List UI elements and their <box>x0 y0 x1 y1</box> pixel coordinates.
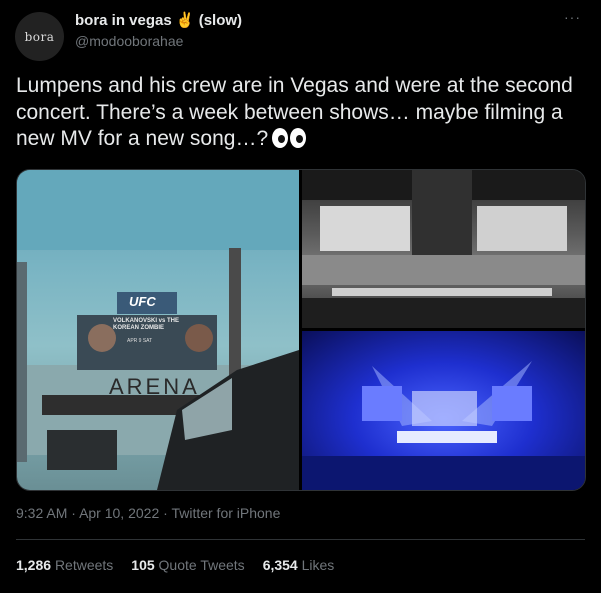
media-grid: UFC VOLKANOVSKI vs THE KOREAN ZOMBIE APR… <box>16 169 586 491</box>
tweet-time[interactable]: 9:32 AM <box>16 505 67 521</box>
tweet-source[interactable]: Twitter for iPhone <box>171 505 280 521</box>
retweets-label: Retweets <box>54 557 114 573</box>
eyes-emoji-icon <box>272 128 307 148</box>
tweet-text: Lumpens and his crew are in Vegas and we… <box>16 73 591 153</box>
meta-separator: · <box>163 505 168 521</box>
retweets-stat[interactable]: 1,286 Retweets <box>16 557 113 573</box>
quotes-label: Quote Tweets <box>158 557 245 573</box>
display-name[interactable]: bora in vegas ✌️ (slow) <box>75 11 242 29</box>
arena-sign-text: ARENA <box>109 374 200 399</box>
retweets-count: 1,286 <box>16 557 52 573</box>
billboard-brand: UFC <box>129 294 156 309</box>
quotes-count: 105 <box>131 557 155 573</box>
billboard-date: APR 9 SAT <box>127 338 153 344</box>
concert-blue-illustration <box>302 361 585 490</box>
media-image-billboard[interactable]: UFC VOLKANOVSKI vs THE KOREAN ZOMBIE APR… <box>17 170 299 490</box>
media-image-concert-blue[interactable] <box>302 331 585 490</box>
likes-stat[interactable]: 6,354 Likes <box>263 557 335 573</box>
tweet-stats: 1,286 Retweets 105 Quote Tweets 6,354 Li… <box>16 557 334 573</box>
likes-label: Likes <box>301 557 335 573</box>
tweet-date[interactable]: Apr 10, 2022 <box>79 505 159 521</box>
more-options-icon[interactable]: ··· <box>564 9 581 25</box>
media-image-concert-gray[interactable] <box>302 170 585 328</box>
divider <box>16 539 585 540</box>
avatar[interactable]: bora <box>15 12 64 61</box>
avatar-text: bora <box>24 29 55 44</box>
concert-gray-illustration <box>302 170 585 328</box>
billboard-text: VOLKANOVSKI vs THE KOREAN ZOMBIE <box>113 318 180 331</box>
user-handle[interactable]: @modooborahae <box>75 33 183 49</box>
likes-count: 6,354 <box>262 557 298 573</box>
quote-tweets-stat[interactable]: 105 Quote Tweets <box>131 557 244 573</box>
tweet-meta: 9:32 AM · Apr 10, 2022 · Twitter for iPh… <box>16 505 280 521</box>
meta-separator: · <box>71 505 76 521</box>
